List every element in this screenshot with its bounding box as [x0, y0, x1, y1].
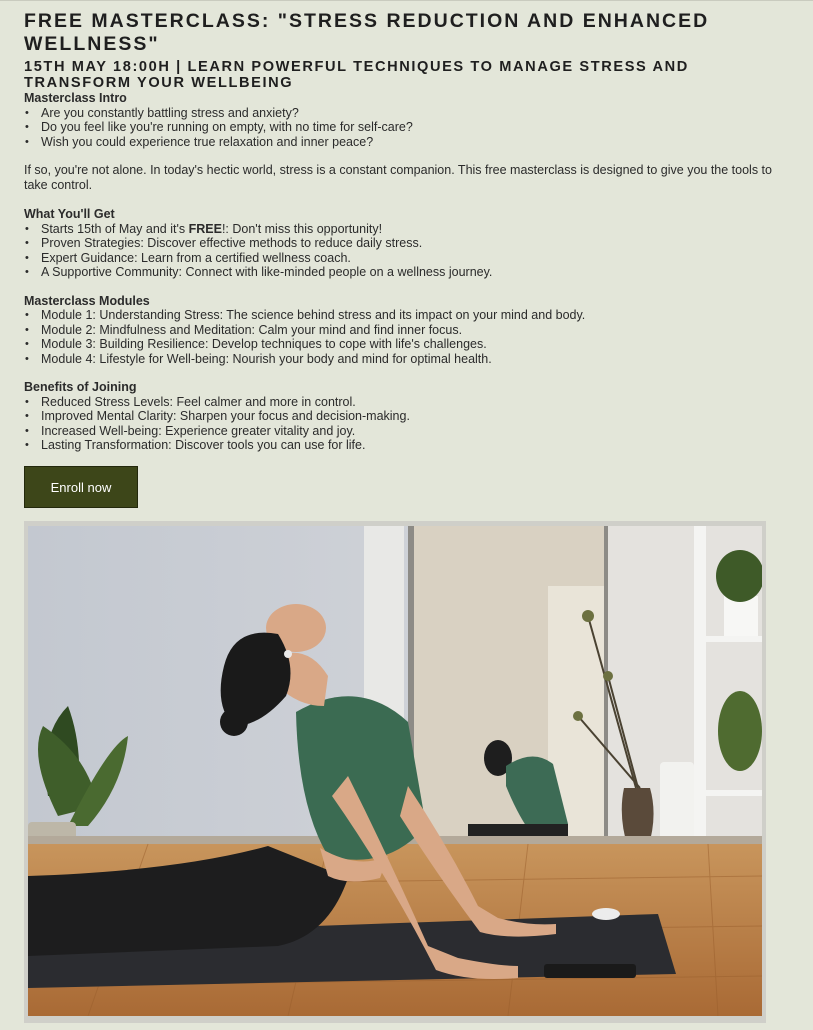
- list-item: Are you constantly battling stress and a…: [24, 106, 799, 121]
- modules-list: Module 1: Understanding Stress: The scie…: [24, 308, 799, 366]
- list-item: Module 1: Understanding Stress: The scie…: [24, 308, 799, 323]
- list-item: Starts 15th of May and it's FREE!: Don't…: [24, 222, 799, 237]
- yoga-photo: [24, 521, 766, 1023]
- enroll-button[interactable]: Enroll now: [24, 466, 138, 508]
- list-item: Expert Guidance: Learn from a certified …: [24, 251, 799, 266]
- free-bold: FREE: [188, 221, 222, 236]
- benefits-heading: Benefits of Joining: [24, 380, 137, 394]
- yoga-illustration: [28, 526, 762, 1016]
- top-divider: [0, 0, 813, 1]
- list-item: Lasting Transformation: Discover tools y…: [24, 438, 799, 453]
- intro-list: Are you constantly battling stress and a…: [24, 106, 799, 150]
- free-suffix: !: Don't miss this opportunity!: [221, 221, 383, 236]
- get-list: Starts 15th of May and it's FREE!: Don't…: [24, 222, 799, 280]
- main-content: FREE MASTERCLASS: "STRESS REDUCTION AND …: [24, 10, 799, 453]
- list-item: Improved Mental Clarity: Sharpen your fo…: [24, 409, 799, 424]
- list-item: A Supportive Community: Connect with lik…: [24, 265, 799, 280]
- intro-heading: Masterclass Intro: [24, 91, 127, 105]
- modules-heading: Masterclass Modules: [24, 293, 150, 308]
- list-item: Module 2: Mindfulness and Meditation: Ca…: [24, 323, 799, 338]
- page-subtitle: 15TH MAY 18:00H | LEARN POWERFUL TECHNIQ…: [24, 59, 689, 91]
- list-item: Wish you could experience true relaxatio…: [24, 135, 799, 150]
- list-item: Reduced Stress Levels: Feel calmer and m…: [24, 395, 799, 410]
- free-prefix: Starts 15th of May and it's: [41, 221, 189, 236]
- list-item: Proven Strategies: Discover effective me…: [24, 236, 799, 251]
- list-item: Module 3: Building Resilience: Develop t…: [24, 337, 799, 352]
- list-item: Module 4: Lifestyle for Well-being: Nour…: [24, 352, 799, 367]
- intro-paragraph: If so, you're not alone. In today's hect…: [24, 163, 772, 192]
- list-item: Do you feel like you're running on empty…: [24, 120, 799, 135]
- list-item: Increased Well-being: Experience greater…: [24, 424, 799, 439]
- benefits-list: Reduced Stress Levels: Feel calmer and m…: [24, 395, 799, 453]
- get-heading: What You'll Get: [24, 207, 115, 221]
- page-title: FREE MASTERCLASS: "STRESS REDUCTION AND …: [24, 10, 710, 55]
